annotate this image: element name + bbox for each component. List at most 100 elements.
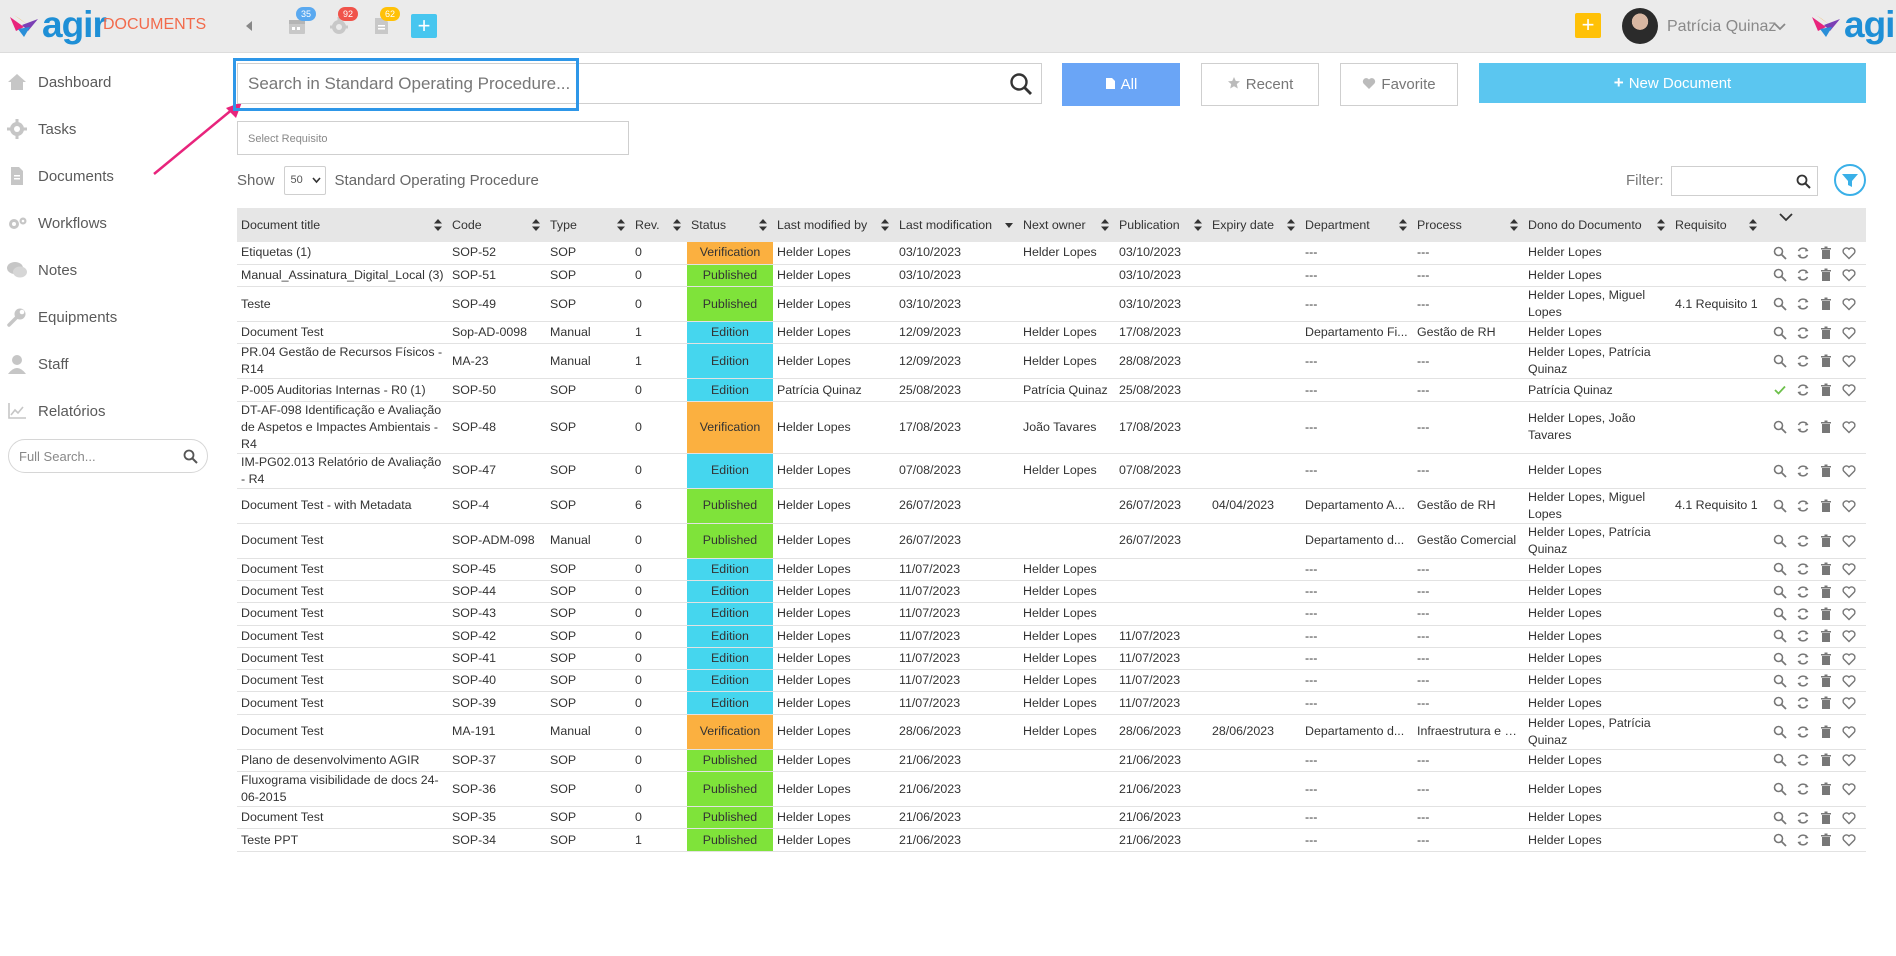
column-header[interactable]: Last modified by — [773, 208, 895, 242]
sidebar-item-notes[interactable]: Notes — [6, 257, 77, 283]
table-row[interactable]: Manual_Assinatura_Digital_Local (3) SOP-5… — [237, 264, 1866, 288]
favorite-heart-icon[interactable] — [1842, 420, 1856, 434]
trash-icon[interactable] — [1819, 585, 1833, 599]
revision-icon[interactable] — [1796, 585, 1810, 599]
table-row[interactable]: DT-AF-098 Identificação e Avaliação de A… — [237, 401, 1866, 454]
revision-icon[interactable] — [1796, 696, 1810, 710]
revision-icon[interactable] — [1796, 652, 1810, 666]
sort-icon[interactable] — [881, 218, 889, 232]
column-toggle-header[interactable] — [1763, 208, 1866, 242]
column-header[interactable]: Process — [1413, 208, 1524, 242]
view-icon[interactable] — [1773, 562, 1787, 576]
revision-icon[interactable] — [1796, 607, 1810, 621]
sort-icon[interactable] — [1101, 218, 1109, 232]
view-icon[interactable] — [1773, 420, 1787, 434]
sort-icon[interactable] — [532, 218, 540, 232]
cell-title[interactable]: Teste — [237, 286, 448, 323]
cell-title[interactable]: P-005 Auditorias Internas - R0 (1) — [237, 378, 448, 402]
search-icon[interactable] — [183, 449, 198, 464]
favorite-heart-icon[interactable] — [1842, 246, 1856, 260]
table-row[interactable]: Plano de desenvolvimento AGIR SOP-37 SOP 0 P… — [237, 749, 1866, 773]
document-icon[interactable]: 62 — [370, 7, 400, 36]
sidebar-item-tasks[interactable]: Tasks — [6, 116, 76, 142]
favorite-heart-icon[interactable] — [1842, 499, 1856, 513]
favorite-heart-icon[interactable] — [1842, 725, 1856, 739]
cell-title[interactable]: PR.04 Gestão de Recursos Físicos - R14 — [237, 343, 448, 380]
user-name[interactable]: Patrícia Quinaz — [1667, 18, 1776, 36]
view-icon[interactable] — [1773, 725, 1787, 739]
revision-icon[interactable] — [1796, 562, 1810, 576]
sidebar-item-relatorios[interactable]: Relatórios — [6, 398, 106, 424]
table-row[interactable]: IM-PG02.013 Relatório de Avaliação - R4 S… — [237, 453, 1866, 489]
cell-title[interactable]: Fluxograma visibilidade de docs 24-06-20… — [237, 771, 448, 808]
cell-title[interactable]: Document Test - with Metadata — [237, 488, 448, 524]
trash-icon[interactable] — [1819, 499, 1833, 513]
sort-icon[interactable] — [673, 218, 681, 232]
search-icon[interactable] — [1796, 174, 1811, 189]
favorite-heart-icon[interactable] — [1842, 833, 1856, 847]
table-row[interactable]: Document Test SOP-44 SOP 0 Edition Helder Lop… — [237, 580, 1866, 604]
favorite-heart-icon[interactable] — [1842, 674, 1856, 688]
trash-icon[interactable] — [1819, 833, 1833, 847]
revision-icon[interactable] — [1796, 499, 1810, 513]
trash-icon[interactable] — [1819, 782, 1833, 796]
new-document-button[interactable]: + New Document — [1479, 63, 1866, 103]
sort-icon[interactable] — [1194, 218, 1202, 232]
trash-icon[interactable] — [1819, 725, 1833, 739]
favorite-heart-icon[interactable] — [1842, 383, 1856, 397]
sort-icon[interactable] — [617, 218, 625, 232]
favorite-heart-icon[interactable] — [1842, 268, 1856, 282]
cell-title[interactable]: IM-PG02.013 Relatório de Avaliação - R4 — [237, 453, 448, 489]
view-icon[interactable] — [1773, 464, 1787, 478]
cell-title[interactable]: Document Test — [237, 714, 448, 750]
sort-icon[interactable] — [1287, 218, 1295, 232]
favorite-heart-icon[interactable] — [1842, 652, 1856, 666]
favorite-heart-icon[interactable] — [1842, 534, 1856, 548]
revision-icon[interactable] — [1796, 725, 1810, 739]
column-header[interactable]: Dono do Documento — [1524, 208, 1671, 242]
gear-icon[interactable]: 92 — [328, 7, 358, 36]
column-header[interactable]: Expiry date — [1208, 208, 1301, 242]
cell-title[interactable]: Document Test — [237, 523, 448, 559]
cell-title[interactable]: Teste PPT — [237, 828, 448, 852]
column-header[interactable]: Last modification — [895, 208, 1019, 242]
view-icon[interactable] — [1773, 354, 1787, 369]
table-row[interactable]: Document Test MA-191 Manual 0 Verification He… — [237, 714, 1866, 750]
favorite-heart-icon[interactable] — [1842, 753, 1856, 767]
revision-icon[interactable] — [1796, 753, 1810, 767]
cell-title[interactable]: DT-AF-098 Identificação e Avaliação de A… — [237, 401, 448, 454]
table-row[interactable]: Document Test SOP-41 SOP 0 Edition Helder Lop… — [237, 647, 1866, 671]
revision-icon[interactable] — [1796, 534, 1810, 548]
view-icon[interactable] — [1773, 833, 1787, 847]
view-icon[interactable] — [1773, 534, 1787, 548]
search-icon[interactable] — [1009, 72, 1033, 96]
table-row[interactable]: Document Test - with Metadata SOP-4 SOP 6 Pu… — [237, 488, 1866, 524]
revision-icon[interactable] — [1796, 268, 1810, 282]
revision-icon[interactable] — [1796, 464, 1810, 478]
chevron-down-icon[interactable] — [1774, 22, 1786, 32]
cell-title[interactable]: Document Test — [237, 647, 448, 671]
sort-icon[interactable] — [434, 218, 442, 232]
favorite-heart-icon[interactable] — [1842, 629, 1856, 643]
table-row[interactable]: Etiquetas (1) SOP-52 SOP 0 Verification Helde… — [237, 242, 1866, 265]
table-row[interactable]: PR.04 Gestão de Recursos Físicos - R14 MA… — [237, 343, 1866, 380]
view-icon[interactable] — [1773, 674, 1787, 688]
favorite-heart-icon[interactable] — [1842, 326, 1856, 340]
trash-icon[interactable] — [1819, 753, 1833, 767]
column-header[interactable]: Next owner — [1019, 208, 1115, 242]
view-icon[interactable] — [1773, 607, 1787, 621]
column-header[interactable]: Department — [1301, 208, 1413, 242]
sidebar-item-documents[interactable]: Documents — [6, 163, 114, 189]
column-header[interactable]: Requisito — [1671, 208, 1763, 242]
table-row[interactable]: Fluxograma visibilidade de docs 24-06-20… — [237, 771, 1866, 808]
view-icon[interactable] — [1773, 585, 1787, 599]
full-search-input[interactable] — [19, 447, 179, 465]
trash-icon[interactable] — [1819, 607, 1833, 621]
favorite-heart-icon[interactable] — [1842, 354, 1856, 368]
cell-title[interactable]: Document Test — [237, 602, 448, 626]
view-icon[interactable] — [1773, 629, 1787, 643]
sort-icon[interactable] — [1510, 218, 1518, 232]
table-row[interactable]: Teste PPT SOP-34 SOP 1 Published Helder Lopes… — [237, 828, 1866, 852]
favorite-heart-icon[interactable] — [1842, 297, 1856, 311]
agir-logo[interactable]: agir — [8, 6, 107, 43]
